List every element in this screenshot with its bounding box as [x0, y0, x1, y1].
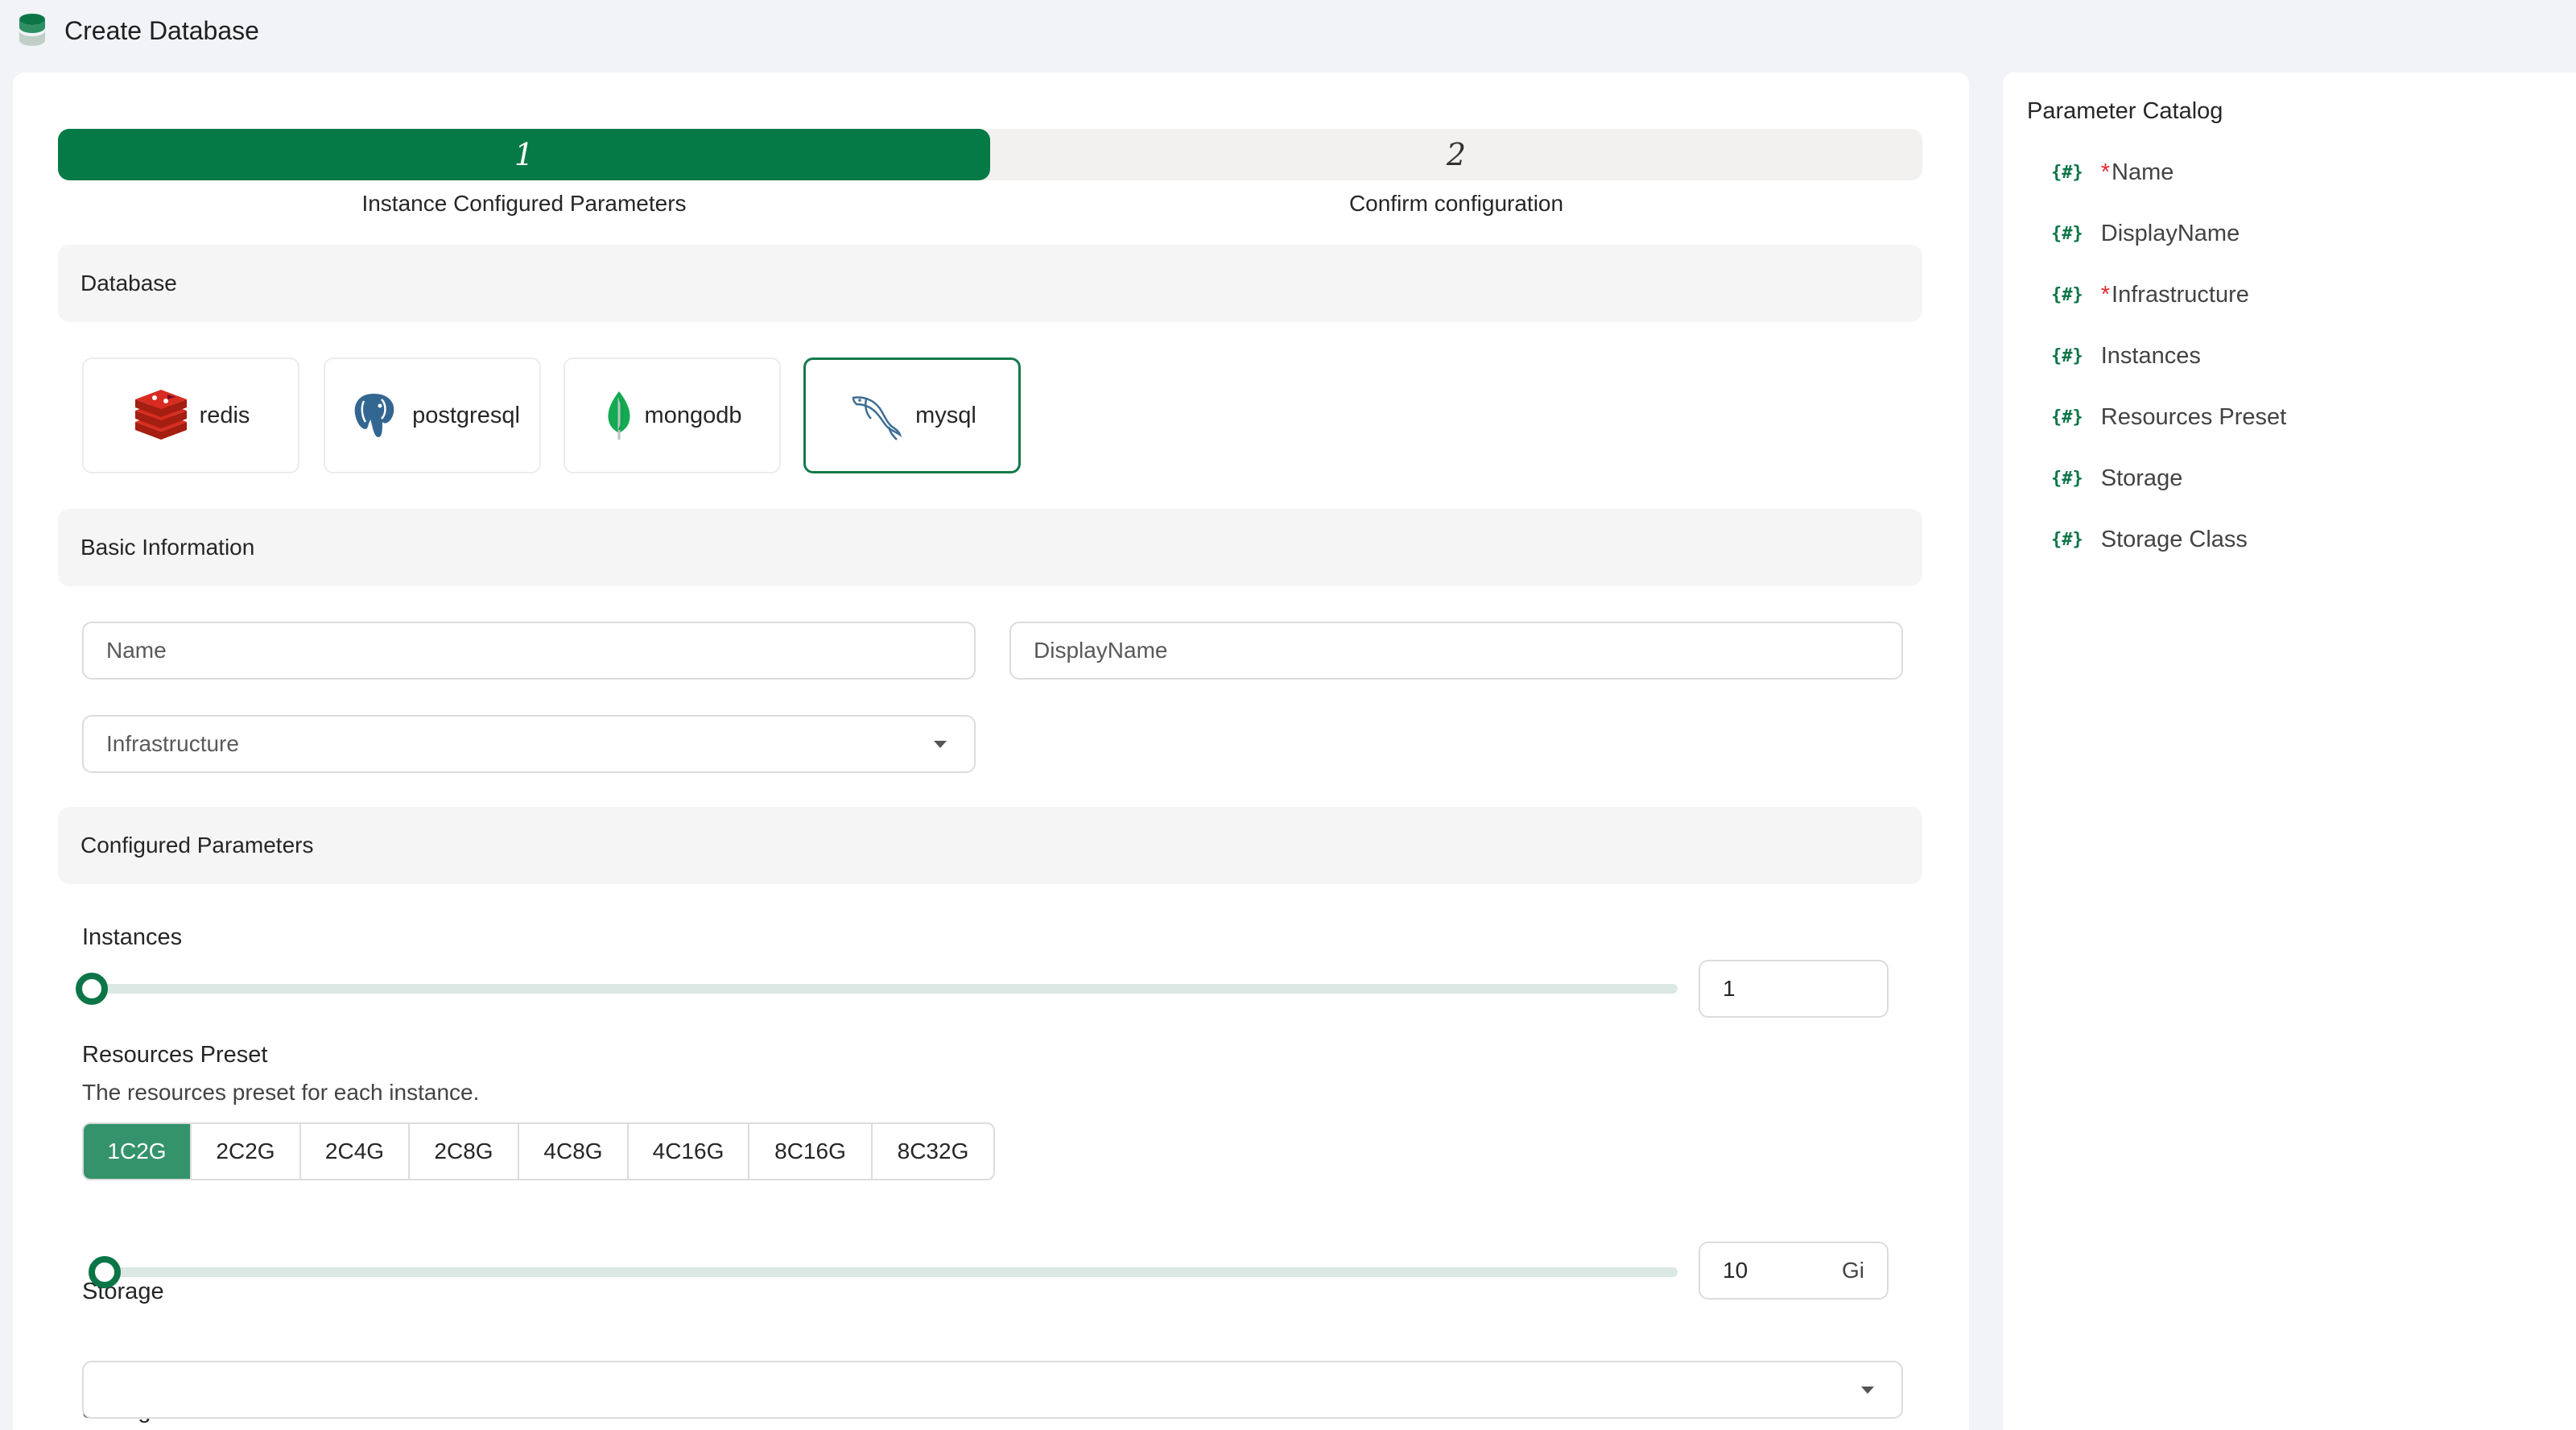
chevron-down-icon — [1861, 1387, 1874, 1394]
resources-preset-selector: 1C2G 2C2G 2C4G 2C8G 4C8G 4C16G 8C16G 8C3… — [82, 1122, 995, 1180]
catalog-item-label: DisplayName — [2100, 220, 2240, 246]
storage-class-select[interactable] — [82, 1361, 1903, 1419]
instances-value: 1 — [1723, 976, 1736, 1001]
storage-slider-handle[interactable] — [89, 1256, 121, 1288]
catalog-item-name[interactable]: {#} * Name — [2051, 156, 2174, 188]
preset-option[interactable]: 8C32G — [873, 1124, 993, 1179]
db-option-postgresql[interactable]: postgresql — [324, 358, 541, 473]
catalog-item-label: Storage Class — [2100, 526, 2248, 552]
resources-preset-description: The resources preset for each instance. — [82, 1080, 480, 1105]
variable-icon: {#} — [2051, 345, 2083, 366]
catalog-item-instances[interactable]: {#} Instances — [2051, 340, 2201, 372]
db-option-mysql[interactable]: mysql — [803, 358, 1021, 473]
db-option-mongodb[interactable]: mongodb — [564, 358, 781, 473]
infrastructure-select[interactable]: Infrastructure — [82, 715, 976, 773]
top-bar: Create Database — [0, 0, 2576, 72]
parameter-catalog-panel: Parameter Catalog {#} * Name {#} Display… — [2003, 72, 2576, 1430]
catalog-item-label: Instances — [2100, 342, 2201, 369]
instances-number-input[interactable]: 1 — [1699, 960, 1889, 1018]
catalog-item-storage-class[interactable]: {#} Storage Class — [2051, 523, 2248, 556]
step-1-indicator[interactable]: 1 — [58, 129, 990, 180]
mysql-dolphin-icon — [848, 386, 906, 444]
db-option-redis[interactable]: redis — [82, 358, 299, 473]
section-database-heading: Database — [58, 245, 1922, 322]
catalog-item-displayname[interactable]: {#} DisplayName — [2051, 217, 2240, 250]
catalog-item-label: Storage — [2100, 465, 2183, 491]
database-icon — [19, 14, 45, 46]
chevron-down-icon — [934, 741, 947, 748]
step-2-label: Confirm configuration — [1348, 191, 1564, 216]
instances-slider-handle[interactable] — [76, 973, 108, 1005]
catalog-title: Parameter Catalog — [2027, 98, 2223, 124]
storage-slider-track[interactable] — [93, 1267, 1678, 1277]
postgresql-elephant-icon — [345, 386, 402, 444]
preset-option[interactable]: 4C8G — [519, 1124, 629, 1179]
section-basic-heading: Basic Information — [58, 509, 1922, 586]
db-option-label: redis — [199, 402, 250, 428]
instances-label: Instances — [82, 924, 183, 950]
catalog-item-infrastructure[interactable]: {#} * Infrastructure — [2051, 279, 2249, 311]
variable-icon: {#} — [2051, 468, 2083, 489]
preset-option[interactable]: 8C16G — [749, 1124, 873, 1179]
db-option-label: mysql — [915, 402, 976, 428]
preset-option[interactable]: 4C16G — [629, 1124, 749, 1179]
preset-option[interactable]: 2C4G — [301, 1124, 410, 1179]
variable-icon: {#} — [2051, 284, 2083, 305]
name-field[interactable]: Name — [82, 622, 976, 680]
storage-value: 10 — [1723, 1258, 1748, 1283]
section-configured-heading: Configured Parameters — [58, 807, 1922, 884]
required-marker: * — [2100, 159, 2111, 185]
catalog-item-storage[interactable]: {#} Storage — [2051, 462, 2182, 494]
catalog-item-label: Name — [2112, 159, 2174, 185]
infrastructure-select-value: Infrastructure — [106, 731, 239, 756]
step-1-label: Instance Configured Parameters — [361, 191, 687, 216]
resources-preset-label: Resources Preset — [82, 1042, 268, 1068]
mongodb-leaf-icon — [603, 386, 635, 444]
storage-number-input[interactable]: 10 Gi — [1699, 1242, 1889, 1300]
db-option-label: mongodb — [644, 402, 742, 428]
catalog-item-resources-preset[interactable]: {#} Resources Preset — [2051, 401, 2286, 433]
display-name-field[interactable]: DisplayName — [1009, 622, 1903, 680]
preset-option[interactable]: 1C2G — [84, 1124, 192, 1179]
instances-slider-track[interactable] — [93, 984, 1678, 994]
required-marker: * — [2100, 281, 2111, 308]
db-option-label: postgresql — [412, 402, 520, 428]
page-title: Create Database — [64, 16, 259, 45]
stepper: 1 2 — [58, 129, 1922, 180]
variable-icon: {#} — [2051, 223, 2083, 244]
catalog-item-label: Resources Preset — [2100, 403, 2287, 430]
variable-icon: {#} — [2051, 162, 2083, 183]
preset-option[interactable]: 2C8G — [410, 1124, 519, 1179]
catalog-item-label: Infrastructure — [2112, 281, 2249, 308]
variable-icon: {#} — [2051, 529, 2083, 550]
storage-unit: Gi — [1842, 1258, 1864, 1283]
variable-icon: {#} — [2051, 407, 2083, 428]
redis-icon — [132, 386, 190, 444]
preset-option[interactable]: 2C2G — [192, 1124, 301, 1179]
create-database-form: 1 2 Instance Configured Parameters Confi… — [13, 72, 1969, 1430]
step-2-indicator[interactable]: 2 — [990, 129, 1922, 180]
